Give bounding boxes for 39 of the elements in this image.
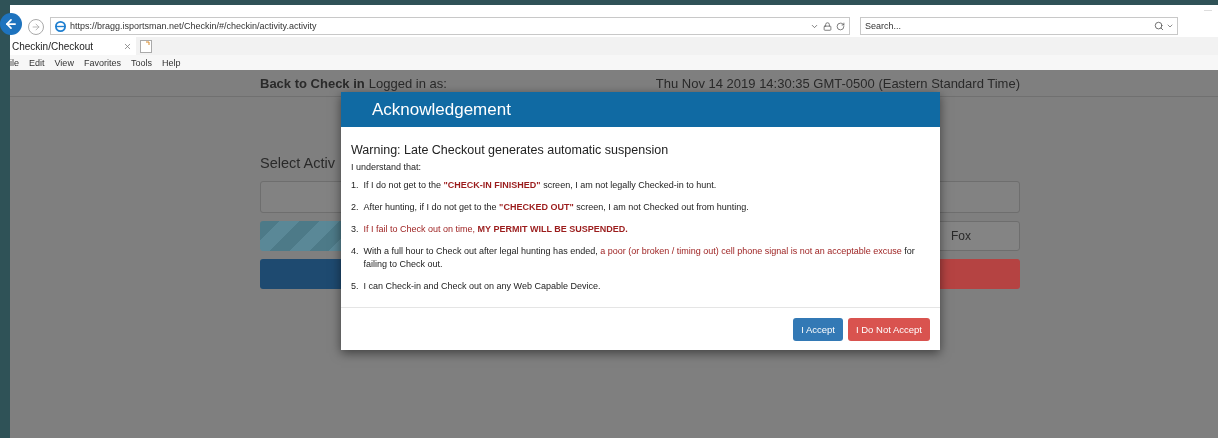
section-heading: Select Activ — [260, 155, 335, 171]
menu-item[interactable]: Help — [161, 57, 181, 68]
dialog-title: Acknowledgement — [372, 99, 511, 120]
logged-in-label: Logged in as: — [368, 75, 447, 91]
forward-button[interactable] — [28, 19, 44, 35]
item-text: After hunting, if I do not get to the "CHECKED OUT" screen, I am not Checked out from hunting. — [363, 201, 749, 214]
back-arrow-icon — [4, 17, 18, 31]
forward-arrow-icon — [31, 22, 41, 32]
item-number: 4. — [351, 245, 359, 258]
search-icon[interactable] — [1154, 21, 1164, 31]
browser-logo-icon — [55, 20, 66, 32]
menu-item[interactable]: Favorites — [83, 57, 121, 68]
item-number: 5. — [351, 280, 359, 293]
address-bar[interactable]: https://bragg.isportsman.net/Checkin/#/checkin/activity.activity — [50, 17, 850, 35]
lock-icon[interactable] — [823, 21, 832, 31]
dropdown-caret-icon[interactable] — [1166, 22, 1174, 30]
menu-item[interactable]: Edit — [29, 57, 45, 68]
search-field[interactable]: Search... — [860, 17, 1178, 35]
item-number: 2. — [351, 201, 359, 214]
back-button[interactable] — [0, 13, 22, 35]
menu-item[interactable]: ile — [10, 57, 19, 68]
decline-button[interactable]: I Do Not Accept — [848, 317, 930, 341]
item-text: I can Check-in and Check out on any Web Capable Device. — [363, 280, 601, 293]
menu-item[interactable]: View — [54, 57, 74, 68]
close-icon[interactable] — [123, 41, 133, 51]
intro-text: I understand that: — [351, 162, 423, 172]
menu-item[interactable]: Tools — [130, 57, 152, 68]
item-text: With a full hour to Check out after legal hunting has ended, a poor (or broken / timing out) cell phone signal is not an acceptable excuse for failing to Check out. — [363, 245, 916, 271]
item-number: 3. — [351, 223, 359, 236]
browser-tab[interactable]: Checkin/Checkout — [10, 37, 137, 55]
accept-button[interactable]: I Accept — [793, 317, 843, 341]
item-text: If I fail to Check out on time, MY PERMIT WILL BE SUSPENDED. — [363, 223, 628, 236]
new-tab-icon[interactable] — [140, 39, 153, 53]
warning-text: Warning: Late Checkout generates automatic suspension — [351, 143, 670, 157]
date-time: Thu Nov 14 2019 14:30:35 GMT-0500 (Eastern Standard Time) — [655, 75, 1020, 91]
back-link[interactable]: Back to Check in — [260, 75, 365, 91]
refresh-icon[interactable] — [836, 21, 845, 31]
item-number: 1. — [351, 179, 359, 192]
item-text: If I do not get to the "CHECK-IN FINISHED" screen, I am not legally Checked-in to hunt. — [363, 179, 717, 192]
